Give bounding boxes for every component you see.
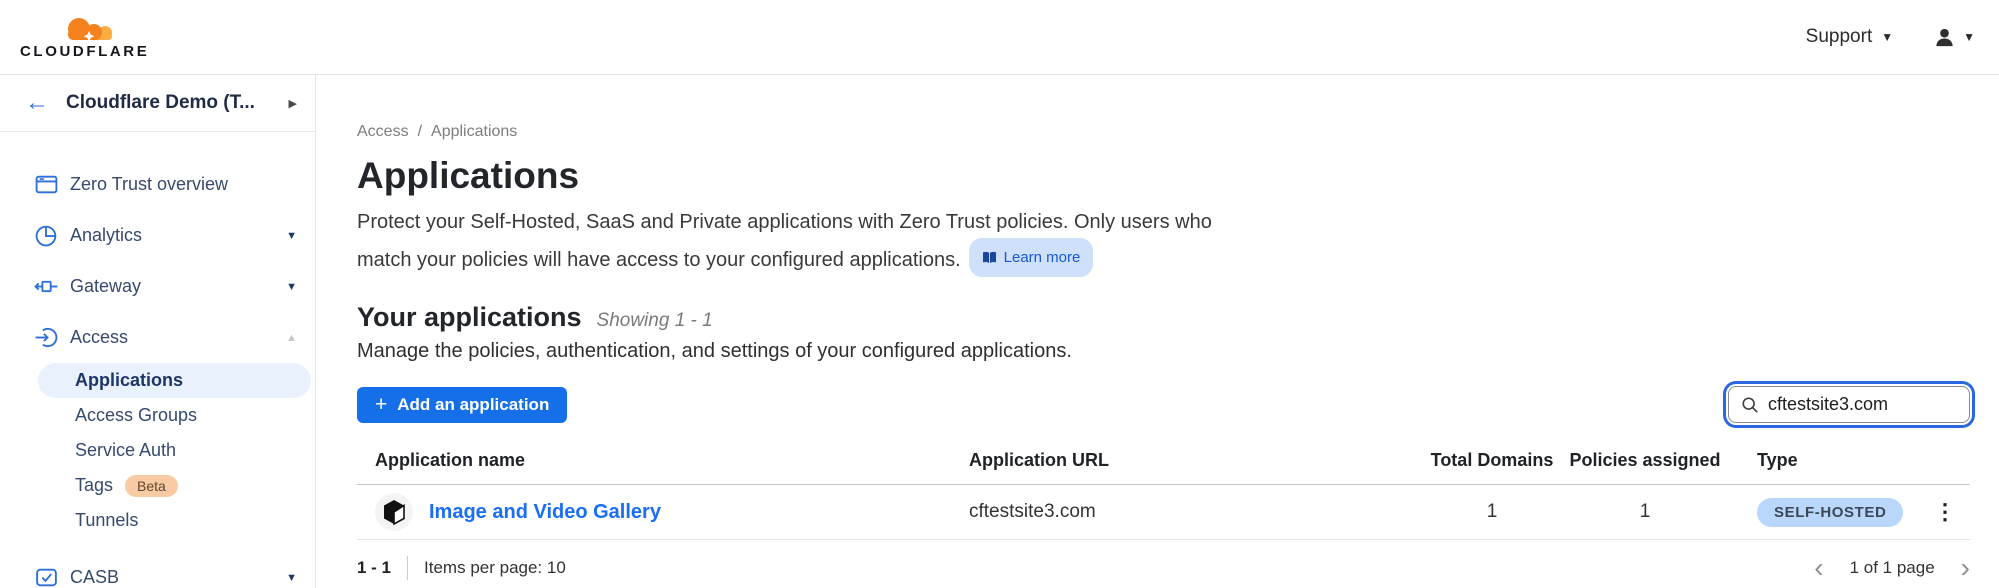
breadcrumb-access[interactable]: Access bbox=[357, 123, 409, 141]
sidebar-item-analytics[interactable]: Analytics ▼ bbox=[0, 210, 315, 261]
application-link[interactable]: Image and Video Gallery bbox=[429, 501, 661, 524]
add-application-button[interactable]: + Add an application bbox=[357, 387, 567, 423]
sidebar-item-label: Access Groups bbox=[75, 405, 197, 426]
back-arrow-icon[interactable]: ← bbox=[25, 91, 49, 115]
breadcrumb-applications[interactable]: Applications bbox=[431, 123, 517, 141]
overview-window-icon bbox=[33, 172, 59, 198]
col-total-domains: Total Domains bbox=[1419, 450, 1565, 471]
sidebar-item-access[interactable]: Access ▲ bbox=[0, 312, 315, 363]
search-input[interactable] bbox=[1768, 394, 1959, 415]
applications-table: Application name Application URL Total D… bbox=[357, 450, 1970, 540]
breadcrumb: Access / Applications bbox=[357, 75, 1970, 141]
casb-check-icon bbox=[33, 565, 59, 588]
kebab-menu-icon[interactable]: ⋮ bbox=[1934, 501, 1956, 523]
sidebar-item-label: Access bbox=[70, 327, 128, 348]
chevron-down-icon[interactable]: ▼ bbox=[286, 281, 297, 293]
access-login-icon bbox=[33, 325, 59, 351]
support-menu[interactable]: Support ▼ bbox=[1806, 26, 1893, 48]
sidebar-item-access-groups[interactable]: Access Groups bbox=[0, 398, 315, 433]
breadcrumb-separator: / bbox=[418, 123, 422, 141]
type-badge: SELF-HOSTED bbox=[1757, 498, 1903, 527]
col-application-name: Application name bbox=[375, 450, 969, 471]
sidebar: ← Cloudflare Demo (T... ▶ Zero Trust ove… bbox=[0, 75, 316, 588]
sidebar-item-label: Service Auth bbox=[75, 440, 176, 461]
cloudflare-cloud-icon bbox=[52, 15, 118, 42]
chevron-down-icon[interactable]: ▼ bbox=[286, 572, 297, 584]
search-box[interactable] bbox=[1728, 386, 1970, 423]
sidebar-item-zero-trust-overview[interactable]: Zero Trust overview bbox=[0, 159, 315, 210]
application-url: cftestsite3.com bbox=[969, 501, 1419, 523]
chevron-down-icon: ▼ bbox=[1963, 31, 1975, 43]
sidebar-item-label: Applications bbox=[75, 370, 183, 391]
sidebar-item-label: Tunnels bbox=[75, 510, 138, 531]
support-label: Support bbox=[1806, 26, 1873, 48]
divider bbox=[407, 556, 408, 580]
sidebar-item-tunnels[interactable]: Tunnels bbox=[0, 503, 315, 538]
chevron-right-icon[interactable]: ▶ bbox=[289, 97, 297, 110]
analytics-pie-icon bbox=[33, 223, 59, 249]
col-policies-assigned: Policies assigned bbox=[1565, 450, 1725, 471]
sidebar-item-applications[interactable]: Applications bbox=[38, 363, 311, 398]
main-content: Access / Applications Applications Prote… bbox=[316, 75, 1999, 588]
page-description: Protect your Self-Hosted, SaaS and Priva… bbox=[357, 207, 1237, 277]
pagination-range: 1 - 1 bbox=[357, 558, 391, 578]
section-subtitle: Manage the policies, authentication, and… bbox=[357, 340, 1970, 363]
items-per-page[interactable]: Items per page: 10 bbox=[424, 558, 566, 578]
col-application-url: Application URL bbox=[969, 450, 1419, 471]
learn-more-button[interactable]: Learn more bbox=[969, 238, 1094, 277]
book-icon bbox=[982, 251, 997, 264]
add-application-label: Add an application bbox=[397, 395, 549, 415]
beta-badge: Beta bbox=[125, 475, 178, 497]
pagination: 1 - 1 Items per page: 10 ‹ 1 of 1 page › bbox=[357, 540, 1970, 588]
col-type: Type bbox=[1725, 450, 1925, 471]
page-indicator: 1 of 1 page bbox=[1850, 558, 1935, 578]
cloudflare-logo[interactable]: CLOUDFLARE bbox=[20, 15, 149, 60]
sidebar-item-label: Tags bbox=[75, 475, 113, 496]
chevron-up-icon[interactable]: ▲ bbox=[286, 332, 297, 344]
sidebar-item-label: Analytics bbox=[70, 225, 142, 246]
chevron-left-icon[interactable]: ‹ bbox=[1814, 554, 1823, 582]
sidebar-item-label: Gateway bbox=[70, 276, 141, 297]
learn-more-label: Learn more bbox=[1004, 242, 1081, 273]
sidebar-item-label: Zero Trust overview bbox=[70, 174, 228, 195]
page-title: Applications bbox=[357, 154, 1970, 198]
user-icon bbox=[1933, 26, 1956, 49]
sidebar-item-service-auth[interactable]: Service Auth bbox=[0, 433, 315, 468]
plus-icon: + bbox=[375, 394, 387, 415]
sidebar-item-label: CASB bbox=[70, 567, 119, 588]
account-name: Cloudflare Demo (T... bbox=[66, 92, 255, 114]
sidebar-item-casb[interactable]: CASB ▼ bbox=[0, 552, 315, 588]
table-header-row: Application name Application URL Total D… bbox=[357, 450, 1970, 485]
policies-assigned-value: 1 bbox=[1565, 501, 1725, 523]
gateway-icon bbox=[33, 274, 59, 300]
chevron-down-icon[interactable]: ▼ bbox=[286, 230, 297, 242]
account-switcher[interactable]: ← Cloudflare Demo (T... ▶ bbox=[0, 75, 315, 132]
section-title: Your applications bbox=[357, 302, 582, 333]
sidebar-item-gateway[interactable]: Gateway ▼ bbox=[0, 261, 315, 312]
chevron-down-icon: ▼ bbox=[1881, 31, 1893, 43]
topbar: CLOUDFLARE Support ▼ ▼ bbox=[0, 0, 1999, 75]
showing-count: Showing 1 - 1 bbox=[597, 310, 713, 332]
chevron-right-icon[interactable]: › bbox=[1961, 554, 1970, 582]
sidebar-item-tags[interactable]: Tags Beta bbox=[0, 468, 315, 503]
app-cube-icon bbox=[375, 493, 413, 531]
account-menu[interactable]: ▼ bbox=[1933, 26, 1975, 49]
search-icon bbox=[1741, 396, 1759, 414]
total-domains-value: 1 bbox=[1419, 501, 1565, 523]
table-row: Image and Video Gallery cftestsite3.com … bbox=[357, 485, 1970, 540]
cloudflare-logo-text: CLOUDFLARE bbox=[20, 43, 149, 60]
